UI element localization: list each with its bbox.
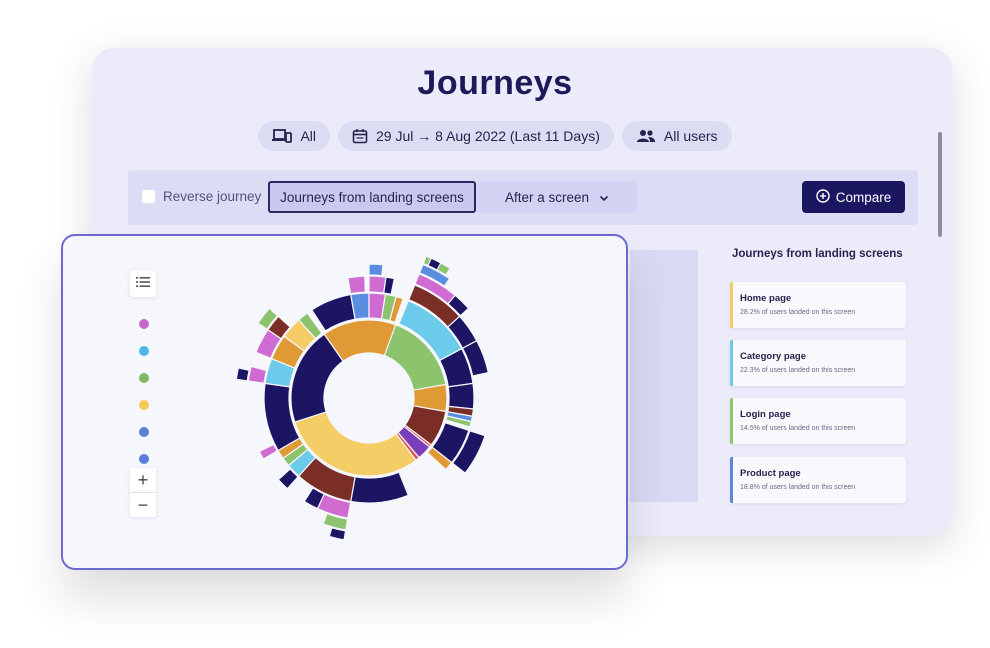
segment-filter-label: All users — [663, 128, 718, 144]
landing-screen-card-product[interactable]: Product page 18.8% of users landed on th… — [730, 457, 906, 503]
legend-toggle-button[interactable] — [130, 270, 156, 297]
plus-circle-icon — [816, 188, 830, 206]
date-range-label: 29 Jul → 8 Aug 2022 (Last 11 Days) — [376, 128, 600, 144]
segment-filter[interactable]: All users — [621, 121, 732, 151]
legend-dot[interactable] — [139, 373, 149, 383]
page-title: Journeys — [417, 64, 573, 102]
legend-dot[interactable] — [139, 346, 149, 356]
devices-icon — [272, 129, 293, 143]
tab-after-a-screen[interactable]: After a screen — [477, 181, 637, 213]
chevron-down-icon — [599, 190, 609, 205]
card-color-bar — [730, 282, 733, 328]
card-color-bar — [730, 457, 733, 503]
tab-journeys-from-landing-screens[interactable]: Journeys from landing screens — [268, 181, 476, 213]
zoom-out-button[interactable]: − — [130, 493, 156, 517]
device-filter[interactable]: All — [258, 121, 330, 151]
users-icon — [636, 129, 656, 143]
list-icon — [136, 275, 150, 293]
device-filter-label: All — [300, 128, 316, 144]
reverse-journey-checkbox[interactable] — [142, 190, 155, 203]
sunburst-segment-level-4-5[interactable] — [368, 263, 384, 277]
legend-dot[interactable] — [139, 427, 149, 437]
card-color-bar — [730, 340, 733, 386]
sidebar-title: Journeys from landing screens — [732, 248, 903, 260]
card-name: Product page — [740, 468, 801, 479]
card-name: Login page — [740, 409, 791, 420]
calendar-icon — [352, 128, 368, 144]
date-range-filter[interactable]: 29 Jul → 8 Aug 2022 (Last 11 Days) — [338, 121, 614, 151]
reverse-journey-label: Reverse journey — [163, 189, 262, 204]
sunburst-segment-level-4-3[interactable] — [235, 367, 250, 382]
legend-dot[interactable] — [139, 454, 149, 464]
landing-screen-card-category[interactable]: Category page 22.3% of users landed on t… — [730, 340, 906, 386]
card-name: Category page — [740, 351, 806, 362]
card-subtitle: 18.8% of users landed on this screen — [740, 484, 856, 491]
compare-label: Compare — [835, 189, 892, 205]
legend-dot[interactable] — [139, 319, 149, 329]
sunburst-segment-level-3-11[interactable] — [347, 275, 366, 295]
card-subtitle: 22.3% of users landed on this screen — [740, 367, 856, 374]
legend-dot[interactable] — [139, 400, 149, 410]
compare-button[interactable]: Compare — [802, 181, 905, 213]
card-name: Home page — [740, 293, 792, 304]
card-subtitle: 14.5% of users landed on this screen — [740, 425, 856, 432]
sunburst-segment-level-2-2[interactable] — [447, 382, 475, 410]
chart-background-panel — [630, 250, 698, 502]
card-color-bar — [730, 398, 733, 444]
landing-screen-card-login[interactable]: Login page 14.5% of users landed on this… — [730, 398, 906, 444]
tab-label: After a screen — [504, 189, 590, 205]
zoom-in-button[interactable]: + — [130, 468, 156, 492]
tab-label: Journeys from landing screens — [280, 189, 464, 205]
sunburst-segment-level-3-12[interactable] — [368, 275, 387, 294]
card-subtitle: 28.2% of users landed on this screen — [740, 309, 856, 316]
scrollbar[interactable] — [938, 132, 942, 237]
landing-screen-card-home[interactable]: Home page 28.2% of users landed on this … — [730, 282, 906, 328]
journey-toolbar: Reverse journey Journeys from landing sc… — [128, 170, 918, 225]
filter-bar: All 29 Jul → 8 Aug 2022 (Last 11 Days) A… — [0, 121, 990, 151]
